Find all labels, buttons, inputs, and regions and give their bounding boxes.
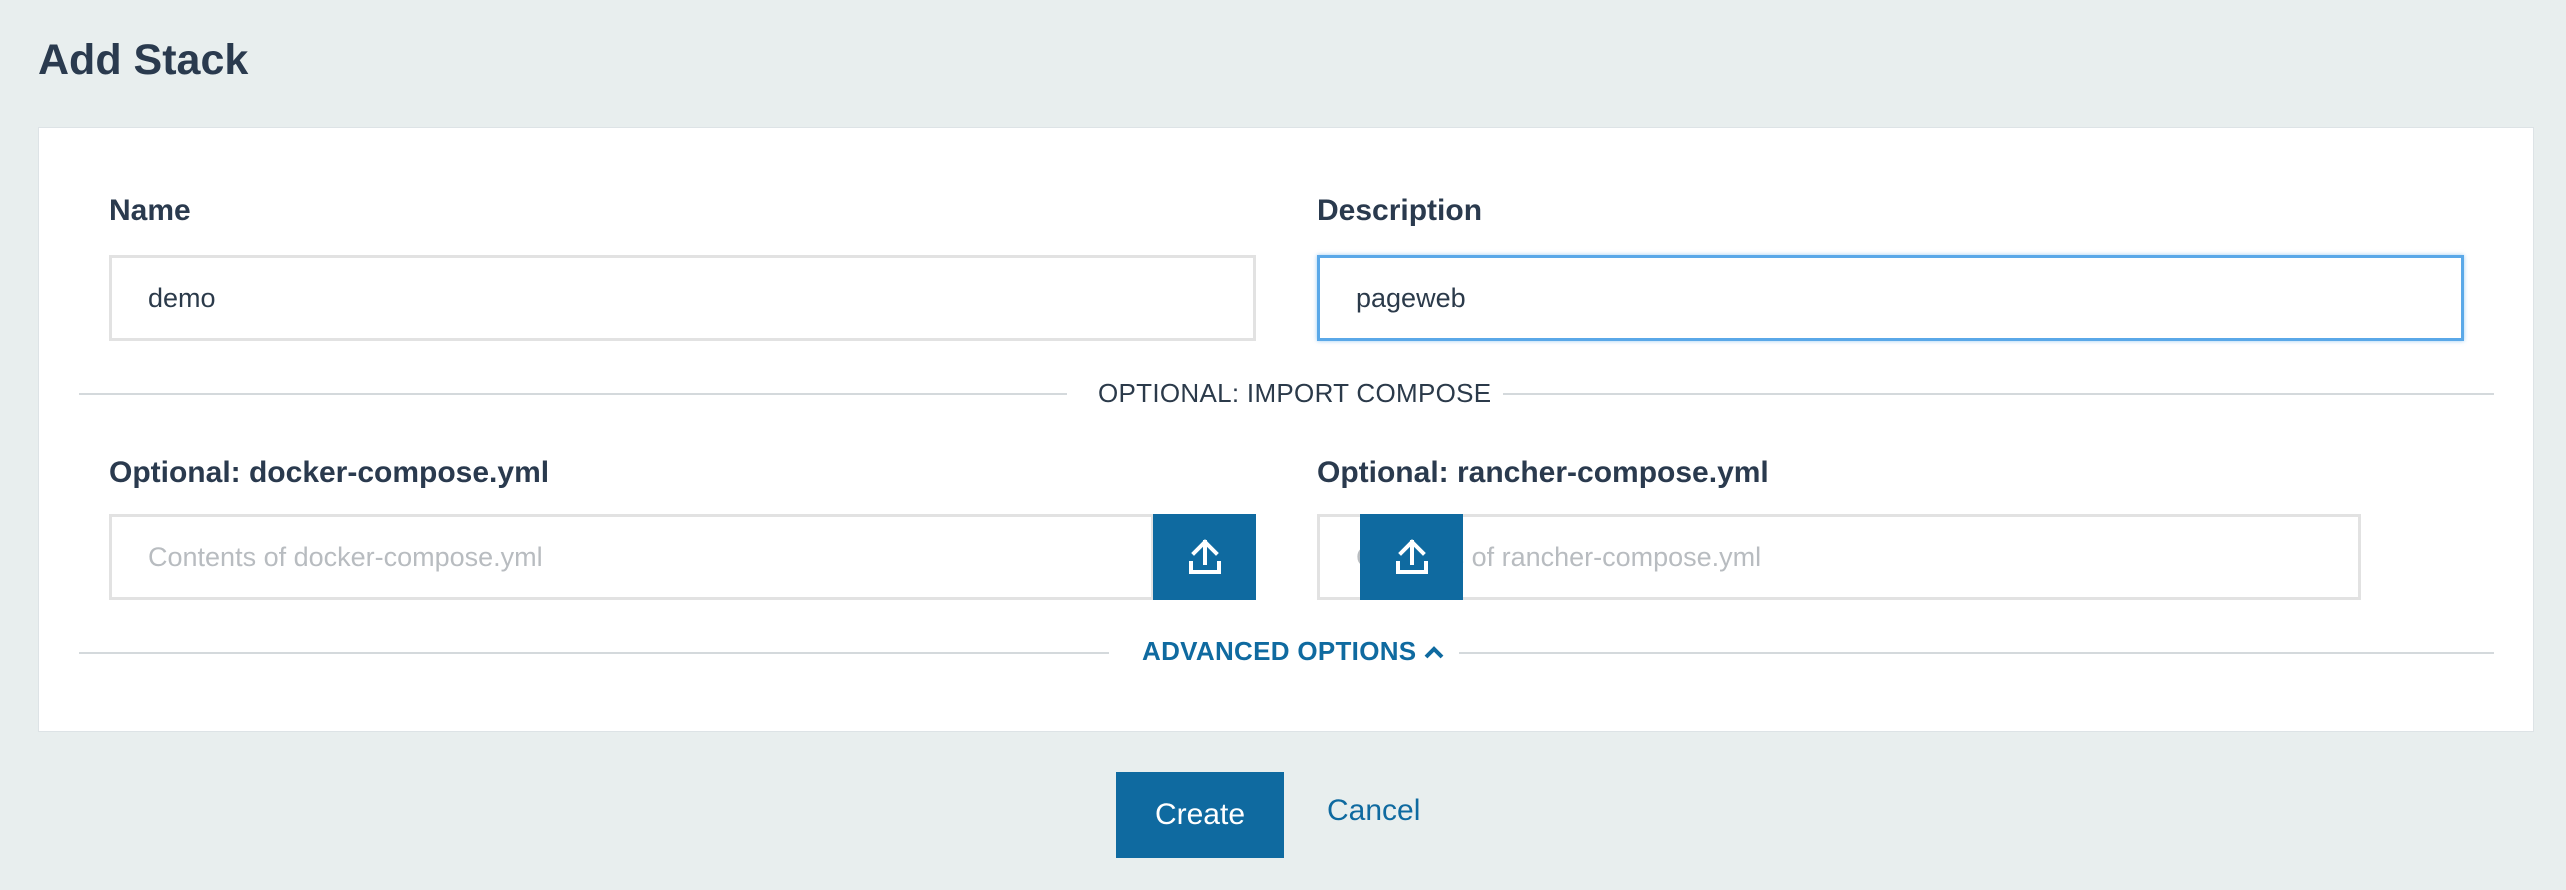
- divider-right: [1503, 393, 2494, 395]
- divider-left: [79, 393, 1067, 395]
- advanced-divider-left: [79, 652, 1109, 654]
- advanced-options-toggle[interactable]: ADVANCED OPTIONS: [1142, 636, 1444, 667]
- rancher-compose-upload-button[interactable]: [1360, 514, 1463, 600]
- name-input[interactable]: [109, 255, 1256, 341]
- docker-compose-upload-button[interactable]: [1153, 514, 1256, 600]
- docker-compose-input[interactable]: [109, 514, 1154, 600]
- chevron-up-icon: [1425, 645, 1444, 658]
- create-button[interactable]: Create: [1116, 772, 1284, 858]
- name-label: Name: [109, 194, 191, 227]
- description-input[interactable]: [1317, 255, 2464, 341]
- advanced-options-label: ADVANCED OPTIONS: [1142, 636, 1417, 666]
- description-label: Description: [1317, 194, 1483, 227]
- add-stack-form-card: Name Description OPTIONAL: IMPORT COMPOS…: [38, 127, 2534, 732]
- advanced-divider-right: [1459, 652, 2494, 654]
- cancel-link[interactable]: Cancel: [1327, 794, 1420, 828]
- page-title: Add Stack: [38, 36, 249, 84]
- rancher-compose-input[interactable]: [1317, 514, 2361, 600]
- rancher-compose-label: Optional: rancher-compose.yml: [1317, 456, 1769, 489]
- upload-icon: [1395, 539, 1428, 574]
- upload-icon: [1188, 539, 1221, 574]
- docker-compose-label: Optional: docker-compose.yml: [109, 456, 550, 489]
- import-compose-divider-label: OPTIONAL: IMPORT COMPOSE: [1098, 378, 1492, 408]
